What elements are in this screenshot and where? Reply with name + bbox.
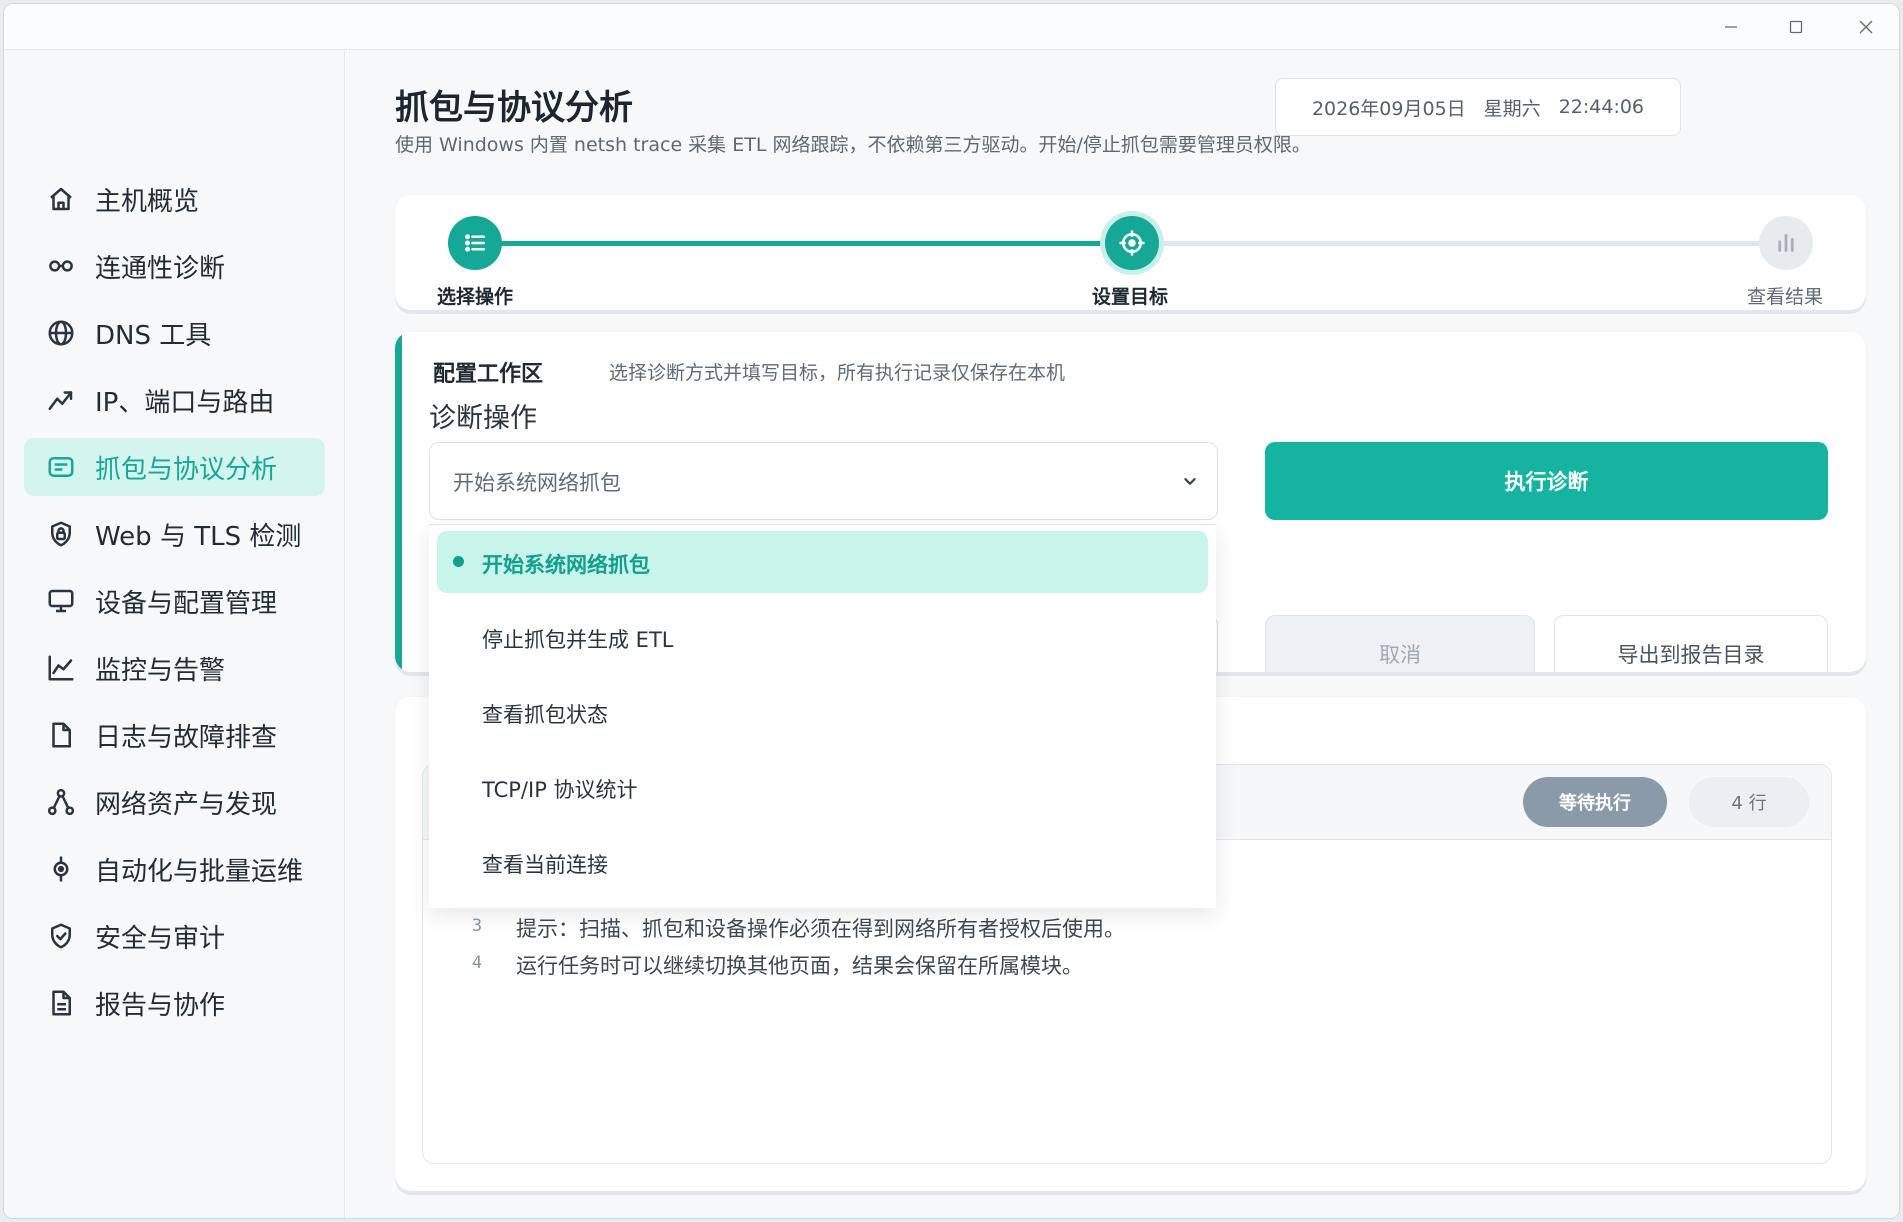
sidebar-item-label: 主机概览 [95,186,200,217]
page-subtitle: 使用 Windows 内置 netsh trace 采集 ETL 网络跟踪，不依… [395,134,1311,156]
close-icon [1859,20,1873,34]
dropdown-option[interactable]: 查看当前连接 [437,831,1208,893]
sidebar-item-ip-port-route[interactable]: IP、端口与路由 [24,371,325,429]
sidebar-item-assets[interactable]: 网络资产与发现 [24,773,325,831]
automation-icon [46,854,76,884]
dropdown-option-label: 开始系统网络抓包 [482,553,650,577]
sidebar-item-label: 监控与告警 [95,655,226,686]
selected-dot-icon [453,556,464,567]
sidebar-item-security[interactable]: 安全与审计 [24,907,325,965]
sidebar-item-web-tls[interactable]: Web 与 TLS 检测 [24,505,325,563]
stepper-track-pending [1132,241,1786,246]
sidebar-item-connectivity[interactable]: 连通性诊断 [24,237,325,295]
sidebar-item-label: DNS 工具 [95,320,212,351]
sidebar-item-packet-capture[interactable]: 抓包与协议分析 [24,438,325,496]
sidebar-item-label: Web 与 TLS 检测 [95,521,302,552]
dropdown-option[interactable]: 停止抓包并生成 ETL [437,606,1208,668]
sidebar-item-label: 日志与故障排查 [95,722,278,753]
config-accent-bar [395,332,402,672]
step-label: 查看结果 [1747,286,1824,308]
link-icon [46,251,76,281]
title-bar [4,4,1899,50]
step-view-results[interactable] [1759,216,1813,270]
line-number: 4 [471,953,483,973]
row-count-badge: 4 行 [1689,777,1809,827]
sidebar-item-label: 自动化与批量运维 [95,856,304,887]
monitor-icon [46,586,76,616]
dropdown-option[interactable]: TCP/IP 协议统计 [437,756,1208,818]
output-line: 4 运行任务时可以继续切换其他页面，结果会保留在所属模块。 [423,950,1831,986]
line-number: 3 [471,916,483,936]
sidebar-item-reports[interactable]: 报告与协作 [24,974,325,1032]
step-label: 设置目标 [1092,286,1169,308]
stepper-track-done [475,241,1132,246]
dropdown-option-label: 停止抓包并生成 ETL [482,628,674,652]
dropdown-option[interactable]: 开始系统网络抓包 [437,531,1208,593]
home-icon [46,184,76,214]
datetime-display: 2026年09月05日 星期六 22:44:06 [1275,78,1681,136]
line-text: 运行任务时可以继续切换其他页面，结果会保留在所属模块。 [516,954,1083,978]
globe-icon [46,318,76,348]
sidebar-item-automation[interactable]: 自动化与批量运维 [24,840,325,898]
sidebar-item-label: 抓包与协议分析 [95,454,278,485]
dropdown-option-label: 查看抓包状态 [482,703,608,727]
page-title: 抓包与协议分析 [395,88,633,128]
sidebar-item-label: 连通性诊断 [95,253,226,284]
weekday-text: 星期六 [1483,97,1541,120]
report-icon [46,988,76,1018]
operation-label: 诊断操作 [429,403,537,434]
sidebar-item-dns[interactable]: DNS 工具 [24,304,325,362]
chevron-down-icon [1184,478,1196,485]
config-description: 选择诊断方式并填写目标，所有执行记录仅保存在本机 [609,362,1066,384]
step-select-operation[interactable] [448,216,502,270]
sidebar: 主机概览 连通性诊断 DNS 工具 IP、端口与路由 抓包与协议分析 Web 与… [4,50,345,1218]
file-icon [46,720,76,750]
target-icon [1119,230,1145,256]
time-text: 22:44:06 [1558,96,1645,118]
operation-select-value: 开始系统网络抓包 [453,471,621,495]
sidebar-item-host-overview[interactable]: 主机概览 [24,170,325,228]
sidebar-item-label: 安全与审计 [95,923,226,954]
output-line: 3 提示：扫描、抓包和设备操作必须在得到网络所有者授权后使用。 [423,913,1831,949]
route-icon [46,385,76,415]
shield-check-icon [46,921,76,951]
network-icon [46,787,76,817]
list-icon [465,234,485,252]
sidebar-item-label: 报告与协作 [95,990,226,1021]
shield-lock-icon [46,519,76,549]
minimize-button[interactable] [1696,4,1766,50]
cancel-button[interactable]: 取消 [1265,615,1535,672]
close-button[interactable] [1831,4,1899,50]
config-title: 配置工作区 [433,362,544,387]
sidebar-item-label: 设备与配置管理 [95,588,278,619]
dropdown-option[interactable]: 查看抓包状态 [437,681,1208,743]
step-label: 选择操作 [437,286,514,308]
line-text: 提示：扫描、抓包和设备操作必须在得到网络所有者授权后使用。 [516,917,1125,941]
sidebar-item-device-config[interactable]: 设备与配置管理 [24,572,325,630]
packet-icon [46,452,76,482]
maximize-icon [1789,20,1803,34]
app-window: 主机概览 连通性诊断 DNS 工具 IP、端口与路由 抓包与协议分析 Web 与… [3,3,1900,1219]
sidebar-item-monitoring[interactable]: 监控与告警 [24,639,325,697]
maximize-button[interactable] [1761,4,1831,50]
sidebar-item-logs[interactable]: 日志与故障排查 [24,706,325,764]
dropdown-option-label: TCP/IP 协议统计 [482,778,638,802]
sidebar-item-label: 网络资产与发现 [95,789,278,820]
bar-chart-icon [1778,234,1794,252]
operation-dropdown-menu: 开始系统网络抓包 停止抓包并生成 ETL 查看抓包状态 TCP/IP 协议统计 … [429,524,1216,908]
dropdown-option-label: 查看当前连接 [482,853,608,877]
minimize-icon [1725,26,1737,28]
run-diagnosis-button[interactable]: 执行诊断 [1265,442,1828,520]
operation-select[interactable]: 开始系统网络抓包 [429,442,1218,520]
export-report-button[interactable]: 导出到报告目录 [1554,615,1828,672]
status-badge: 等待执行 [1523,777,1667,827]
sidebar-item-label: IP、端口与路由 [95,387,275,418]
chart-line-icon [46,653,76,683]
step-set-target[interactable] [1105,216,1159,270]
progress-stepper: 选择操作 设置目标 查看结果 [395,195,1866,310]
date-text: 2026年09月05日 [1311,97,1466,120]
